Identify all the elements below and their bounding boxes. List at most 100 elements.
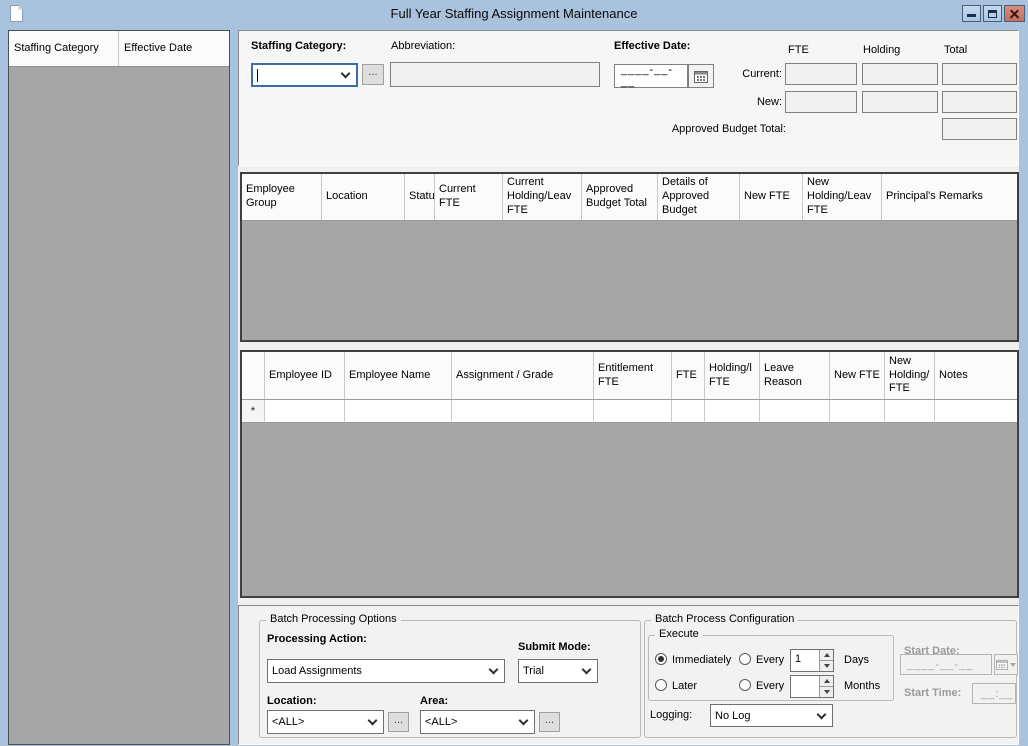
column-header-effective-date[interactable]: Effective Date xyxy=(119,31,229,66)
area-combobox[interactable]: <ALL> xyxy=(420,710,535,734)
current-label: Current: xyxy=(694,68,782,80)
radio-immediately[interactable] xyxy=(655,653,667,665)
abbreviation-label: Abbreviation: xyxy=(391,40,455,52)
col-leave-reason[interactable]: Leave Reason xyxy=(760,352,830,399)
start-time-input: __:__ xyxy=(972,683,1016,704)
new-holding-field xyxy=(862,91,938,113)
cell-leave-reason[interactable] xyxy=(760,400,830,423)
radio-later[interactable] xyxy=(655,679,667,691)
col-details-approved-budget[interactable]: Details of Approved Budget xyxy=(658,174,740,220)
col-current-holding-leave-fte[interactable]: Current Holding/Leav FTE xyxy=(503,174,582,220)
abbreviation-field[interactable] xyxy=(390,62,600,87)
batch-process-configuration-group: Batch Process Configuration Execute Imme… xyxy=(644,620,1017,738)
new-record-row: * xyxy=(242,400,1017,423)
start-time-label: Start Time: xyxy=(904,687,961,699)
spinner-down-button[interactable] xyxy=(820,687,833,697)
spinner-up-button[interactable] xyxy=(820,650,833,661)
days-spinner[interactable]: 1 xyxy=(790,649,834,672)
cell-new-holding-fte[interactable] xyxy=(885,400,935,423)
app-window: Full Year Staffing Assignment Maintenanc… xyxy=(0,0,1028,746)
location-value: <ALL> xyxy=(268,716,369,728)
col-employee-group[interactable]: Employee Group xyxy=(242,174,322,220)
logging-label: Logging: xyxy=(650,709,692,721)
staffing-category-browse-button[interactable]: ... xyxy=(362,64,384,85)
months-spinner[interactable] xyxy=(790,675,834,698)
current-fte-field xyxy=(785,63,857,85)
close-button[interactable] xyxy=(1004,5,1025,22)
effective-date-input[interactable]: ____-__-__ xyxy=(614,64,688,88)
summary-grid-header: Employee Group Location Statu Current FT… xyxy=(242,174,1017,221)
chevron-down-icon xyxy=(368,716,378,726)
col-fte[interactable]: FTE xyxy=(672,352,705,399)
col-location[interactable]: Location xyxy=(322,174,405,220)
cell-notes[interactable] xyxy=(935,400,1017,423)
area-browse-button[interactable]: ... xyxy=(539,712,560,732)
batch-panel: Batch Processing Options Processing Acti… xyxy=(238,605,1019,745)
cell-employee-id[interactable] xyxy=(265,400,345,423)
summary-grid: Employee Group Location Statu Current FT… xyxy=(240,172,1019,342)
processing-action-combobox[interactable]: Load Assignments xyxy=(267,659,505,683)
arrow-down-icon xyxy=(824,690,830,694)
staffing-category-combobox[interactable] xyxy=(251,63,358,87)
col-assignment-grade[interactable]: Assignment / Grade xyxy=(452,352,594,399)
spinner-down-button[interactable] xyxy=(820,661,833,671)
col-principals-remarks[interactable]: Principal's Remarks xyxy=(882,174,1017,220)
start-date-calendar-button xyxy=(994,654,1018,675)
radio-every-days[interactable] xyxy=(739,653,751,665)
approved-budget-total-label: Approved Budget Total: xyxy=(643,123,786,135)
col-current-fte[interactable]: Current FTE xyxy=(435,174,503,220)
col-new-holding-leave-fte[interactable]: New Holding/Leav FTE xyxy=(803,174,882,220)
total-column-label: Total xyxy=(944,44,967,56)
spinner-up-button[interactable] xyxy=(820,676,833,687)
close-icon xyxy=(1009,8,1020,19)
cell-entitlement-fte[interactable] xyxy=(594,400,672,423)
area-label: Area: xyxy=(420,695,448,707)
chevron-down-icon xyxy=(519,716,529,726)
effective-date-label: Effective Date: xyxy=(614,40,690,52)
col-approved-budget-total[interactable]: Approved Budget Total xyxy=(582,174,658,220)
cell-assignment-grade[interactable] xyxy=(452,400,594,423)
logging-combobox[interactable]: No Log xyxy=(710,704,833,727)
col-new-fte[interactable]: New FTE xyxy=(740,174,803,220)
execute-group: Execute Immediately Every 1 Days Later E… xyxy=(648,635,894,701)
current-total-field xyxy=(942,63,1017,85)
column-header-staffing-category[interactable]: Staffing Category xyxy=(9,31,119,66)
cell-new-fte[interactable] xyxy=(830,400,885,423)
cell-holding-fte[interactable] xyxy=(705,400,760,423)
current-holding-field xyxy=(862,63,938,85)
new-total-field xyxy=(942,91,1017,113)
submit-mode-combobox[interactable]: Trial xyxy=(518,659,598,683)
col-employee-id[interactable]: Employee ID xyxy=(265,352,345,399)
location-label: Location: xyxy=(267,695,317,707)
cell-employee-name[interactable] xyxy=(345,400,452,423)
calendar-icon xyxy=(996,659,1008,670)
col-new-holding-fte[interactable]: New Holding/ FTE xyxy=(885,352,935,399)
arrow-down-icon xyxy=(824,664,830,668)
text-caret xyxy=(257,69,258,82)
row-selector-cell[interactable]: * xyxy=(242,400,265,423)
maximize-button[interactable] xyxy=(983,5,1002,22)
months-value xyxy=(791,676,819,697)
col-employee-name[interactable]: Employee Name xyxy=(345,352,452,399)
detail-grid-header: Employee ID Employee Name Assignment / G… xyxy=(242,352,1017,400)
location-combobox[interactable]: <ALL> xyxy=(267,710,384,734)
minimize-button[interactable] xyxy=(962,5,981,22)
category-list-header: Staffing Category Effective Date xyxy=(9,31,229,67)
batch-processing-options-title: Batch Processing Options xyxy=(266,613,401,625)
col-status[interactable]: Statu xyxy=(405,174,435,220)
start-date-input: ____-__-__ xyxy=(900,654,992,675)
arrow-up-icon xyxy=(824,653,830,657)
radio-later-label: Later xyxy=(672,680,697,692)
col-notes[interactable]: Notes xyxy=(935,352,1017,399)
radio-every-months-label: Every xyxy=(756,680,784,692)
col-holding-fte[interactable]: Holding/l FTE xyxy=(705,352,760,399)
fte-column-label: FTE xyxy=(788,44,809,56)
processing-action-label: Processing Action: xyxy=(267,633,367,645)
col-new-fte[interactable]: New FTE xyxy=(830,352,885,399)
location-browse-button[interactable]: ... xyxy=(388,712,409,732)
cell-fte[interactable] xyxy=(672,400,705,423)
col-entitlement-fte[interactable]: Entitlement FTE xyxy=(594,352,672,399)
window-title: Full Year Staffing Assignment Maintenanc… xyxy=(0,6,1028,21)
radio-every-months[interactable] xyxy=(739,679,751,691)
minimize-icon xyxy=(967,14,976,17)
